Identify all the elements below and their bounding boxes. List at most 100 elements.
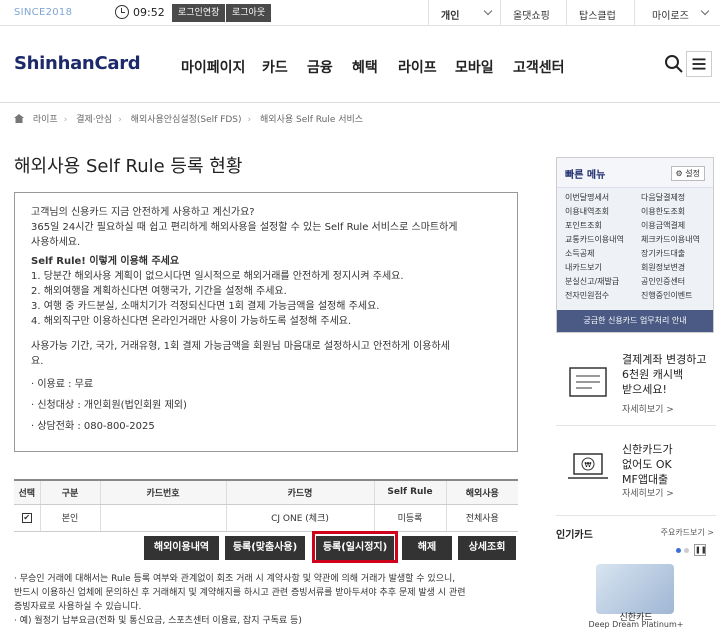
- carousel-dot[interactable]: [684, 548, 689, 553]
- promo-line: 없어도 OK: [622, 458, 672, 471]
- note-line: · 예) 월정기 납부요금(전화 및 통신요금, 스포츠센터 이용료, 잡지 구…: [14, 616, 302, 626]
- popular-title: 인기카드: [556, 530, 593, 541]
- type-cell: 본인: [39, 504, 100, 532]
- quick-item[interactable]: 이용내역조회: [565, 206, 609, 217]
- site-header: ShinhanCard 마이페이지 카드 금융 혜택 라이프 모바일 고객센터: [0, 27, 720, 103]
- settings-button[interactable]: ⚙ 설정: [670, 166, 705, 181]
- info-text: 사용가능 기간, 국가, 거래유형, 1회 결제 가능금액을 회원님 마음대로 …: [31, 341, 450, 352]
- detail-button[interactable]: 상세조회: [458, 536, 516, 560]
- page-title: 해외사용 Self Rule 등록 현황: [14, 156, 243, 177]
- notes: · 무승인 거래에 대해서는 Rule 등록 여부와 관계없이 회조 거래 시 …: [14, 572, 524, 628]
- nav-benefit[interactable]: 혜택: [352, 57, 378, 77]
- nav-card[interactable]: 카드: [262, 57, 288, 77]
- promo-title: 결제계좌 변경하고 6천원 캐시백 받으세요!: [622, 352, 706, 397]
- info-list-item: 4. 해외직구만 이용하신다면 온라인거래만 사용이 가능하도록 설정해 주세요…: [31, 316, 352, 327]
- quick-item[interactable]: 공인인증센터: [641, 276, 685, 287]
- chevron-down-icon: [700, 6, 710, 16]
- quick-item[interactable]: 이번달명세서: [565, 192, 609, 203]
- top-utility-bar: SINCE2018 09:52 로그인연장 로그아웃 개인 올댓쇼핑 탑스클럽 …: [0, 0, 720, 26]
- won-laptop-icon: ₩: [568, 453, 608, 479]
- column-header: 선택: [14, 479, 40, 505]
- info-text: 고객님의 신용카드 지금 안전하게 사용하고 계신가요?: [31, 207, 255, 218]
- quick-item[interactable]: 소득공제: [565, 248, 594, 259]
- divider: [566, 0, 567, 26]
- card-image[interactable]: [596, 564, 674, 614]
- promo-title: 신한카드가없어도 OK MF앱대출: [622, 442, 673, 487]
- column-header: 구분: [39, 479, 100, 505]
- session-timer: 09:52: [133, 6, 165, 19]
- promo-loan[interactable]: ₩ 신한카드가없어도 OK MF앱대출 자세히보기 >: [556, 436, 716, 516]
- tops-club-link[interactable]: 탑스클럽: [579, 7, 616, 22]
- carousel-dot[interactable]: [676, 548, 681, 553]
- register-custom-button[interactable]: 등록(맞춤사용): [225, 536, 305, 560]
- menu-icon[interactable]: [686, 51, 712, 77]
- mylife-link[interactable]: 마이로즈: [652, 7, 689, 22]
- quick-item[interactable]: 회원정보변경: [641, 262, 685, 273]
- promo-more-link[interactable]: 자세히보기 >: [622, 402, 674, 415]
- quick-item[interactable]: 다음달결제정: [641, 192, 685, 203]
- divider: [634, 0, 635, 26]
- info-list-item: 2. 해외여행을 계획하신다면 여행국가, 기간을 설정해 주세요.: [31, 286, 287, 297]
- row-checkbox[interactable]: ✔: [21, 512, 32, 523]
- quick-item[interactable]: 진행중인이벤트: [641, 290, 693, 301]
- note-line: · 무승인 거래에 대해서는 Rule 등록 여부와 관계없이 회조 거래 시 …: [14, 574, 456, 584]
- quick-item[interactable]: 내카드보기: [565, 262, 602, 273]
- nav-mypage[interactable]: 마이페이지: [181, 57, 245, 77]
- quick-item[interactable]: 분실신고/재발급: [565, 276, 619, 287]
- breadcrumb-item[interactable]: 라이프: [33, 115, 58, 125]
- search-icon[interactable]: [662, 52, 686, 76]
- quick-item[interactable]: 전자민원접수: [565, 290, 609, 301]
- target-text: · 신청대상 : 개인회원(법인회원 제외): [31, 400, 187, 411]
- quick-menu-header: 빠른 메뉴 ⚙ 설정: [557, 158, 713, 188]
- breadcrumb-item: 해외사용 Self Rule 서비스: [260, 115, 364, 125]
- logout-button[interactable]: 로그아웃: [226, 4, 272, 22]
- note-line: 반드시 이용하신 업체에 문의하신 후 거래해지 및 계약해지를 하시고 관련 …: [14, 588, 466, 598]
- svg-text:₩: ₩: [585, 461, 592, 469]
- column-header: 해외사용: [445, 479, 518, 505]
- popular-more-link[interactable]: 주요카드보기 >: [661, 527, 714, 538]
- home-icon[interactable]: [14, 114, 24, 123]
- column-header: 카드번호: [99, 479, 226, 505]
- clock-icon: [115, 5, 129, 19]
- info-heading: Self Rule! 이렇게 이용해 주세요: [31, 256, 180, 267]
- info-list-item: 3. 여행 중 카드분실, 소매치기가 걱정되신다면 1회 결제 가능금액을 설…: [31, 301, 380, 312]
- info-list-item: 1. 당분간 해외사용 계획이 없으시다면 일시적으로 해외거래를 안전하게 정…: [31, 271, 404, 282]
- nav-customer[interactable]: 고객센터: [513, 57, 565, 77]
- overseas-history-button[interactable]: 해외이용내역: [144, 536, 219, 560]
- promo-more-link[interactable]: 자세히보기 >: [622, 486, 674, 499]
- self-rule-cell: 미등록: [373, 504, 446, 532]
- table-row: ✔ 본인 CJ ONE (체크) 미등록 전체사용: [14, 504, 518, 532]
- nav-mobile[interactable]: 모바일: [455, 57, 494, 77]
- card-name-cell: CJ ONE (체크): [225, 504, 374, 532]
- info-text: 365일 24시간 필요하실 때 쉽고 편리하게 해외사용을 설정할 수 있는 …: [31, 222, 458, 233]
- breadcrumb: 라이프 › 결제·안심 › 해외사용안심설정(Self FDS) › 해외사용 Sel…: [14, 112, 369, 125]
- chevron-down-icon: [483, 6, 493, 16]
- quick-item[interactable]: 장기카드대출: [641, 248, 685, 259]
- highlight-box: [312, 531, 398, 563]
- quick-item[interactable]: 교통카드이용내역: [565, 234, 624, 245]
- phone-text: · 상담전화 : 080-800-2025: [31, 421, 155, 432]
- card-number-cell: [99, 504, 226, 532]
- quick-item[interactable]: 이용금액결제: [641, 220, 685, 231]
- pause-icon[interactable]: ❚❚: [694, 544, 707, 556]
- quick-item[interactable]: 체크카드이용내역: [641, 234, 700, 245]
- column-header: Self Rule: [373, 479, 446, 505]
- bill-icon: [569, 367, 607, 397]
- breadcrumb-item[interactable]: 해외사용안심설정(Self FDS): [131, 115, 242, 125]
- personal-select[interactable]: 개인: [441, 7, 459, 22]
- promo-line: MF앱대출: [622, 473, 669, 486]
- shopping-link[interactable]: 올댓쇼핑: [513, 7, 550, 22]
- quick-menu: 빠른 메뉴 ⚙ 설정 이번달명세서 다음달결제정 이용내역조회 이용한도조회 포…: [556, 157, 714, 333]
- quick-menu-footer-link[interactable]: 궁금한 신용카드 업무처리 안내: [557, 310, 713, 332]
- promo-line: 받으세요!: [622, 383, 667, 396]
- nav-life[interactable]: 라이프: [398, 57, 437, 77]
- promo-account-change[interactable]: 결제계좌 변경하고 6천원 캐시백 받으세요! 자세히보기 >: [556, 346, 716, 426]
- quick-item[interactable]: 이용한도조회: [641, 206, 685, 217]
- nav-finance[interactable]: 금융: [307, 57, 333, 77]
- promo-line: 신한카드가: [622, 443, 673, 456]
- release-button[interactable]: 해제: [402, 536, 452, 560]
- breadcrumb-item[interactable]: 결제·안심: [76, 115, 112, 125]
- quick-item[interactable]: 포인트조회: [565, 220, 602, 231]
- login-extend-button[interactable]: 로그인연장: [172, 4, 226, 22]
- shinhan-logo[interactable]: ShinhanCard: [14, 53, 141, 74]
